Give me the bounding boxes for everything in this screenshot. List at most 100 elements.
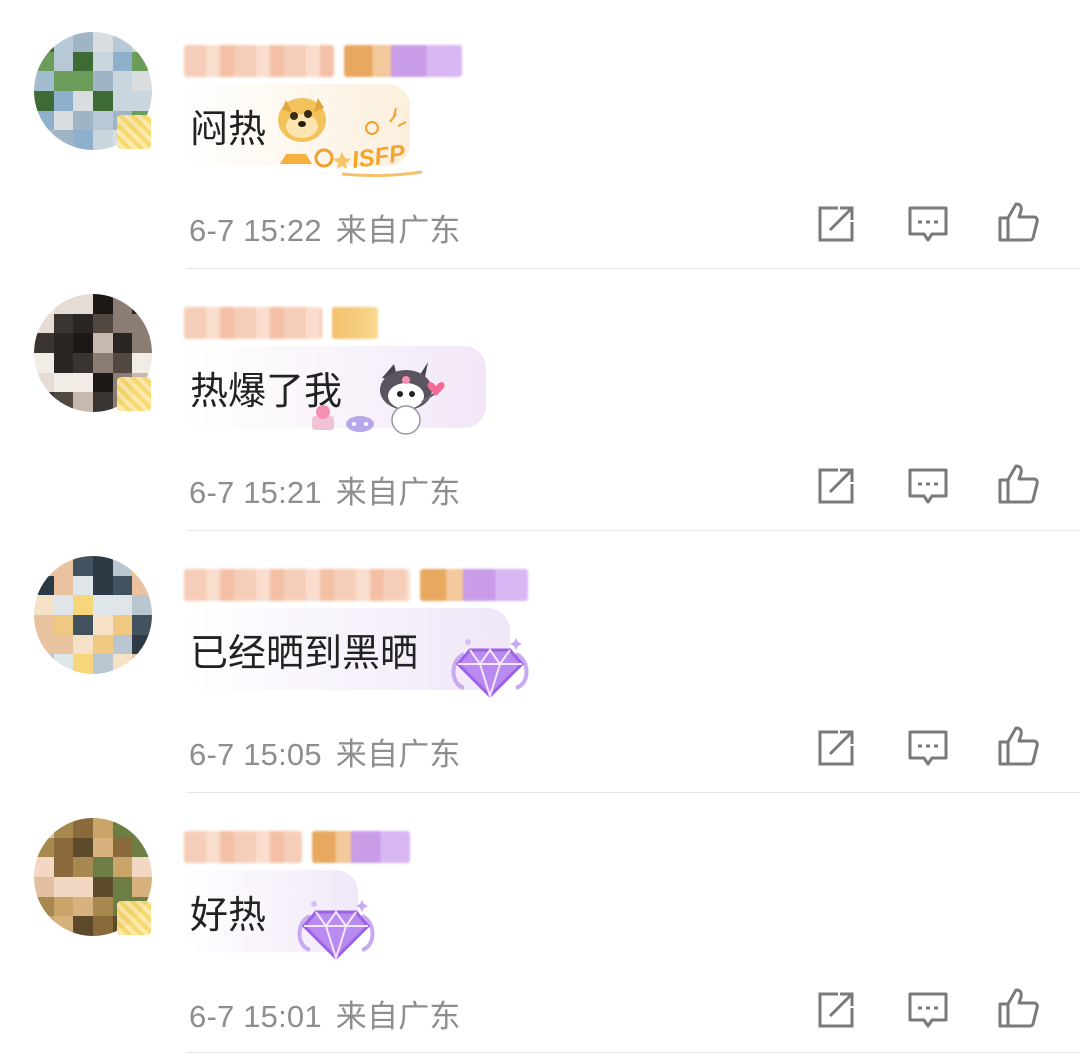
comment-meta: 6-7 15:21 来自广东	[189, 467, 461, 512]
ip-location: 来自广东	[335, 737, 461, 773]
avatar-pixel	[34, 556, 54, 576]
avatar-pixel	[132, 614, 152, 635]
like-button[interactable]	[996, 462, 1040, 506]
avatar-pixel	[92, 556, 113, 576]
avatar-pixel	[112, 614, 133, 635]
reply-button[interactable]	[906, 988, 950, 1032]
avatar-pixel	[132, 857, 152, 877]
ip-location: 来自广东	[335, 475, 461, 511]
avatar-pixel	[73, 876, 93, 897]
avatar-pixel	[132, 294, 152, 314]
avatar-pixel	[92, 294, 113, 314]
avatar-pixel	[53, 818, 74, 838]
username[interactable]	[184, 830, 410, 864]
avatar-pixel	[53, 110, 74, 131]
avatar-pixel	[34, 634, 54, 655]
like-button[interactable]	[996, 986, 1040, 1030]
comment-item: 好热 6-7 15:01 来自广东	[0, 786, 1080, 1053]
avatar-pixel	[73, 294, 93, 314]
avatar-pixel	[132, 51, 152, 72]
avatar-pixel	[132, 634, 152, 655]
username[interactable]	[184, 44, 462, 78]
username-blurred	[184, 307, 322, 339]
avatar-pixel	[112, 857, 133, 877]
avatar-pixel	[132, 71, 152, 91]
avatar-pixel	[73, 333, 93, 353]
avatar-pixel	[73, 818, 93, 838]
comment-meta: 6-7 15:22 来自广东	[189, 205, 461, 250]
share-icon	[818, 468, 854, 504]
timestamp: 6-7 15:05	[189, 737, 322, 772]
avatar-pixel	[112, 90, 133, 111]
avatar-pixel	[132, 818, 152, 838]
reply-button[interactable]	[906, 464, 950, 508]
ip-location: 来自广东	[335, 999, 461, 1035]
avatar-pixel	[73, 556, 93, 576]
avatar-pixel	[34, 110, 54, 131]
avatar-pixel	[92, 333, 113, 353]
share-button[interactable]	[814, 202, 858, 246]
avatar-pixel	[132, 32, 152, 52]
username[interactable]	[184, 306, 378, 340]
avatar-pixel	[53, 575, 74, 596]
avatar-pixel	[53, 614, 74, 635]
avatar-pixel	[92, 818, 113, 838]
avatar-pixel	[132, 654, 152, 674]
avatar-pixel	[92, 90, 113, 111]
reply-icon	[908, 206, 948, 242]
avatar-pixel	[73, 857, 93, 877]
avatar-pixel	[92, 857, 113, 877]
avatar-pixel	[53, 372, 74, 393]
avatar-pixel	[53, 313, 74, 334]
fan-medal	[420, 569, 528, 601]
like-icon	[998, 988, 1039, 1028]
like-icon	[998, 202, 1039, 242]
avatar-pixel	[53, 916, 74, 936]
avatar-pixel	[132, 837, 152, 858]
share-icon	[818, 992, 854, 1028]
avatar-pixel	[53, 392, 74, 412]
purple-gem-sticker	[451, 638, 529, 700]
avatar-pixel	[92, 130, 113, 150]
avatar-pixel	[73, 110, 93, 131]
avatar-pixel	[34, 916, 54, 936]
avatar-pixel	[34, 876, 54, 897]
reply-button[interactable]	[906, 202, 950, 246]
avatar-pixel	[53, 654, 74, 674]
share-button[interactable]	[814, 464, 858, 508]
reply-button[interactable]	[906, 726, 950, 770]
avatar[interactable]	[34, 556, 152, 674]
avatar-pixel	[34, 818, 54, 838]
avatar-pixel	[73, 130, 93, 150]
avatar-pixel	[73, 352, 93, 373]
username[interactable]	[184, 568, 528, 602]
avatar-pixel	[132, 90, 152, 111]
comment-text: 闷热	[190, 106, 267, 151]
avatar-pixel	[73, 90, 93, 111]
reply-icon	[908, 730, 948, 766]
avatar-pixel	[34, 896, 54, 917]
share-button[interactable]	[814, 726, 858, 770]
avatar-pixel	[92, 916, 113, 936]
like-button[interactable]	[996, 200, 1040, 244]
comment-item: 闷热 ISFP 6-7 15:22 来自广东	[0, 0, 1080, 269]
avatar-pixel	[53, 294, 74, 314]
comment-meta: 6-7 15:05 来自广东	[189, 729, 461, 774]
avatar-pixel	[73, 654, 93, 674]
fan-medal	[312, 831, 410, 863]
share-button[interactable]	[814, 988, 858, 1032]
comment-item: 热爆了我 6-7 15:21 来自广东	[0, 262, 1080, 531]
avatar-pixel	[92, 51, 113, 72]
avatar-pixel	[73, 32, 93, 52]
comment-item: 已经晒到黑晒 6-7 15:05 来自广东	[0, 524, 1080, 793]
avatar-pixel	[92, 352, 113, 373]
avatar-pixel	[92, 313, 113, 334]
like-button[interactable]	[996, 724, 1040, 768]
avatar-pixel	[53, 90, 74, 111]
avatar-pixel	[92, 110, 113, 131]
avatar-pixel	[112, 32, 133, 52]
avatar-pixel	[112, 51, 133, 72]
avatar-pixel	[92, 372, 113, 393]
avatar-pixel	[73, 837, 93, 858]
avatar-pixel	[53, 130, 74, 150]
